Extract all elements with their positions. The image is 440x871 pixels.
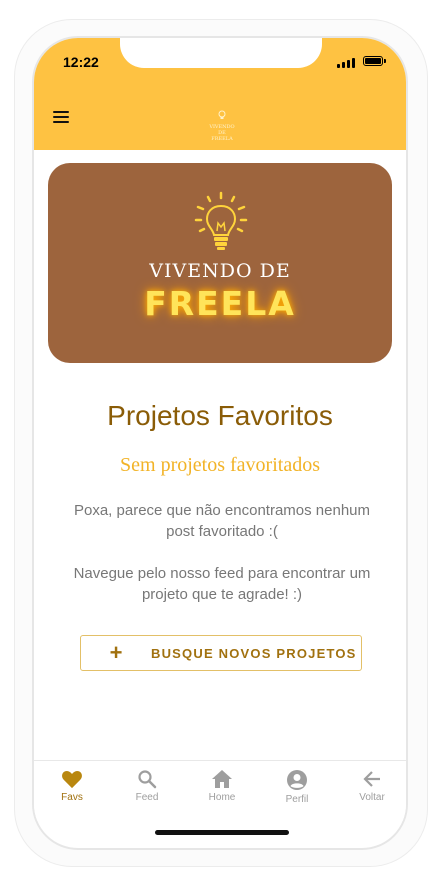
- tab-feed[interactable]: Feed: [117, 769, 177, 803]
- bottom-tab-bar: Favs Feed Home Perfil Voltar: [34, 760, 406, 821]
- tab-perfil[interactable]: Perfil: [267, 769, 327, 805]
- phone-screen: 12:22 VIVENDO DE FREELA VIVENDO DE FREEL…: [32, 36, 408, 850]
- search-icon: [138, 770, 157, 789]
- brand-banner: VIVENDO DE FREELA: [48, 163, 392, 363]
- tab-voltar[interactable]: Voltar: [342, 769, 402, 803]
- home-indicator[interactable]: [155, 830, 289, 835]
- lightbulb-icon: [194, 191, 248, 250]
- search-projects-button[interactable]: + BUSQUE NOVOS PROJETOS: [80, 635, 362, 671]
- empty-state-subtitle: Sem projetos favoritados: [120, 454, 320, 476]
- tab-feed-label: Feed: [135, 792, 159, 803]
- plus-icon: +: [109, 640, 123, 665]
- banner-title-line1: VIVENDO DE: [149, 260, 291, 282]
- search-projects-label: BUSQUE NOVOS PROJETOS: [151, 645, 357, 661]
- tab-favs[interactable]: Favs: [42, 769, 102, 803]
- status-time: 12:22: [63, 54, 99, 70]
- empty-state-message: Poxa, parece que não encontramos nenhum …: [73, 502, 371, 540]
- header-logo: VIVENDO DE FREELA: [206, 106, 238, 142]
- tab-perfil-label: Perfil: [285, 794, 309, 805]
- tab-home-label: Home: [208, 792, 236, 803]
- header-logo-line1: VIVENDO DE: [209, 124, 235, 136]
- tab-voltar-label: Voltar: [359, 792, 385, 803]
- back-arrow-icon: [363, 771, 380, 787]
- lightbulb-icon: [218, 110, 226, 119]
- menu-button[interactable]: [53, 111, 69, 123]
- heart-icon: [62, 770, 82, 789]
- header-logo-line2: FREELA: [211, 136, 233, 142]
- page-title: Projetos Favoritos: [107, 400, 333, 431]
- tab-home[interactable]: Home: [192, 769, 252, 803]
- home-icon: [212, 770, 232, 788]
- banner-title-line2: FREELA: [144, 284, 296, 323]
- tab-favs-label: Favs: [61, 792, 83, 803]
- signal-icon: [337, 58, 355, 68]
- profile-icon: [287, 770, 307, 790]
- battery-icon: [363, 56, 386, 66]
- empty-state-hint: Navegue pelo nosso feed para encontrar u…: [73, 565, 371, 603]
- device-notch: [120, 38, 322, 68]
- app-header: 12:22 VIVENDO DE FREELA: [34, 38, 406, 150]
